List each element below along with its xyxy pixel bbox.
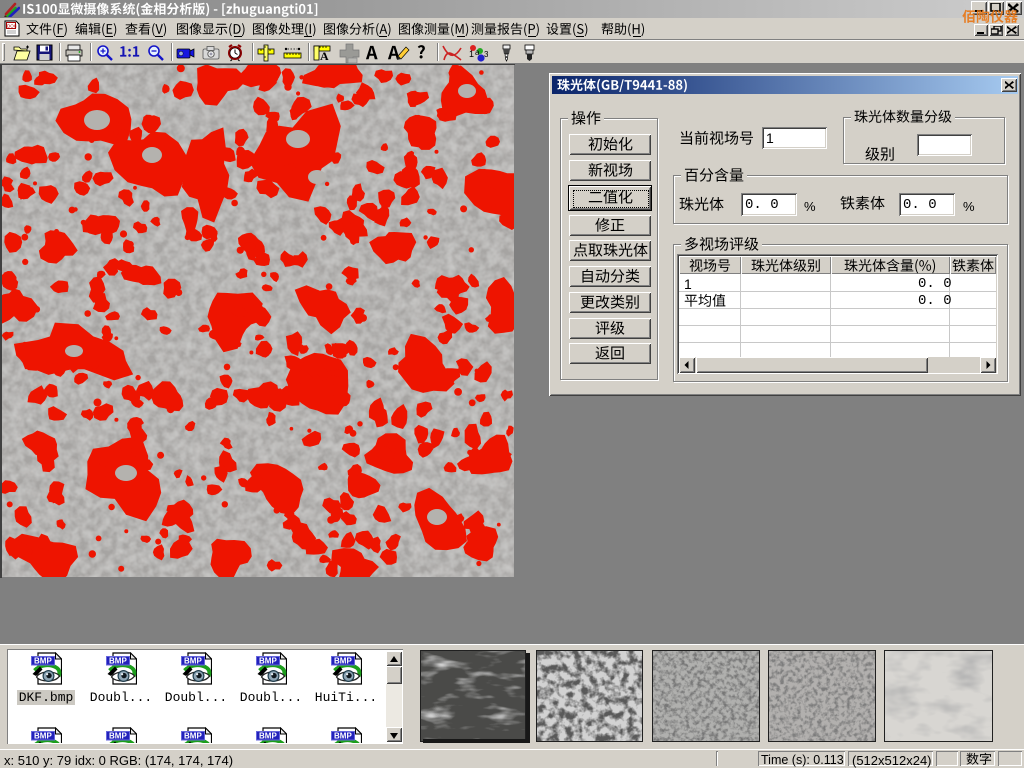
svg-text:BMP: BMP — [34, 732, 52, 741]
svg-text:BMP: BMP — [259, 657, 277, 666]
svg-text:BMP: BMP — [184, 657, 202, 666]
svg-text:A: A — [320, 49, 329, 63]
svg-text:1: 1 — [469, 49, 474, 59]
svg-text:BMP: BMP — [184, 732, 202, 741]
svg-text:BMP: BMP — [334, 657, 352, 666]
svg-text:a: a — [475, 48, 480, 57]
svg-text:BMP: BMP — [34, 657, 52, 666]
svg-text:BMP: BMP — [259, 732, 277, 741]
svg-text:BMP: BMP — [109, 657, 127, 666]
svg-text:DOC: DOC — [7, 24, 18, 29]
svg-text:3: 3 — [484, 50, 488, 59]
svg-text:BMP: BMP — [334, 732, 352, 741]
svg-text:BMP: BMP — [109, 732, 127, 741]
